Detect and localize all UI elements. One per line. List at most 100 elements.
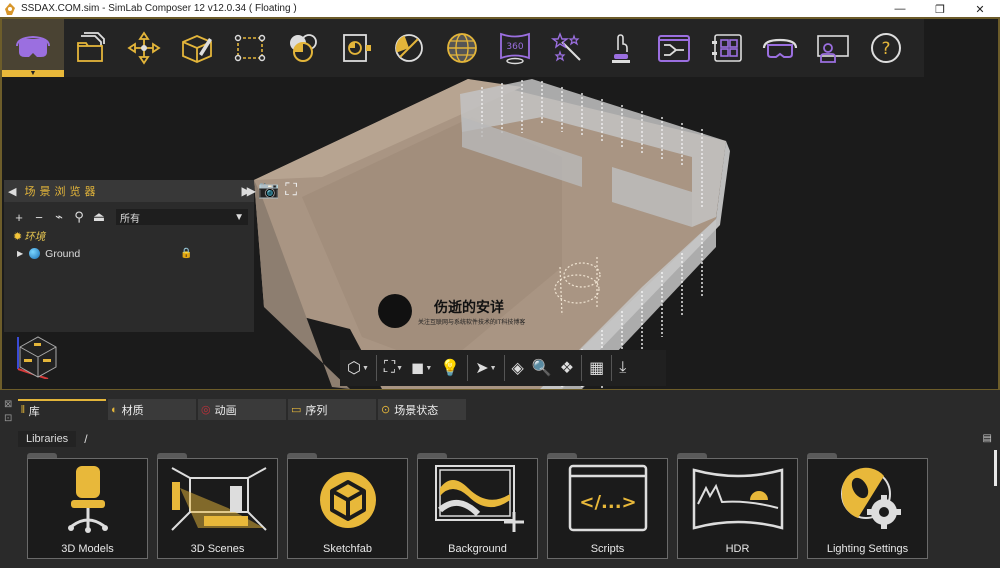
title-bar: SSDAX.COM.sim - SimLab Composer 12 v12.0… — [0, 0, 1000, 18]
collapse-left-icon[interactable]: ◀ — [8, 185, 16, 198]
shading-button[interactable]: ◼ ▼ — [408, 353, 435, 383]
minimize-button[interactable]: — — [880, 0, 920, 18]
expand-arrow-icon[interactable]: ▶ — [17, 249, 23, 258]
vr-goggles-icon — [762, 38, 797, 58]
tab-sequence[interactable]: ▭ 序列 — [288, 399, 376, 420]
toolbar-selection-box[interactable] — [223, 19, 276, 77]
light-button[interactable]: 💡 — [437, 353, 463, 383]
toolbar-render[interactable] — [329, 19, 382, 77]
tree-item-ground[interactable]: ▶ Ground 🔒 — [4, 245, 254, 262]
remove-icon[interactable]: − — [32, 210, 46, 225]
library-panel: ⊠ ⊡ 𝍪 库 ◐ 材质 ◎ 动画 ▭ 序列 ⊙ 场景状态 Libraries … — [0, 390, 1000, 568]
panorama-360-icon: 360 — [499, 32, 530, 65]
separator — [375, 355, 377, 381]
toolbar-library[interactable] — [700, 19, 753, 77]
tag-icon[interactable]: ⌁ — [52, 209, 66, 225]
library-3d-models[interactable]: 3D Models — [27, 453, 148, 559]
add-icon[interactable]: + — [12, 210, 26, 225]
toolbar-materials[interactable] — [276, 19, 329, 77]
camera-icon[interactable]: 📷 — [258, 180, 279, 200]
tab-library[interactable]: 𝍪 库 — [18, 399, 106, 420]
dropdown-arrow-icon: ▼ — [29, 70, 37, 77]
svg-text:360: 360 — [506, 42, 523, 52]
drop-to-ground-button[interactable]: ⤓ — [616, 353, 629, 383]
open-files-icon — [76, 32, 105, 62]
tree-item-label: Ground — [45, 247, 81, 260]
select-button[interactable]: ➤ ▼ — [472, 353, 499, 383]
navigation-cube[interactable] — [14, 329, 60, 379]
tab-scene-states[interactable]: ⊙ 场景状态 — [378, 399, 466, 420]
library-3d-scenes[interactable]: 3D Scenes — [157, 453, 278, 559]
download-arrow-icon: ⤓ — [619, 359, 627, 376]
toolbar-lighting[interactable] — [382, 19, 435, 77]
grid-button[interactable]: ▦ — [586, 353, 607, 383]
zoom-fit-button[interactable]: ⛶ ▼ — [381, 353, 406, 383]
tab-materials[interactable]: ◐ 材质 — [108, 399, 196, 420]
tiles-button[interactable]: ❖ — [557, 353, 577, 383]
magnifier-icon: 🔍 — [531, 360, 552, 377]
library-sketchfab[interactable]: Sketchfab — [287, 453, 408, 559]
fit-view-icon[interactable]: ⛶ — [285, 180, 297, 200]
render-frame-icon — [342, 34, 371, 62]
library-grid-icon — [711, 34, 742, 62]
library-background[interactable]: Background — [417, 453, 538, 559]
toolbar-vr-headset[interactable]: ▼ — [2, 19, 64, 77]
dropdown-arrow-icon: ▼ — [396, 364, 404, 372]
grid-icon: ▦ — [589, 360, 605, 377]
selection-box-icon — [234, 34, 265, 62]
tab-label: 序列 — [305, 404, 328, 417]
tree-item-environment[interactable]: ✹ 环境 — [4, 228, 254, 245]
toolbar-help[interactable]: ? — [859, 19, 912, 77]
library-scripts[interactable]: </...> Scripts — [547, 453, 668, 559]
breadcrumb-libraries[interactable]: Libraries — [18, 431, 77, 447]
search-icon[interactable]: ⚲ — [72, 209, 86, 225]
toolbar-presentation[interactable] — [806, 19, 859, 77]
watermark-subtitle: 关注互联网与系统软件技术的IT科技博客 — [418, 319, 526, 326]
library-label: Lighting Settings — [826, 543, 909, 555]
panel-tabs: 𝍪 库 ◐ 材质 ◎ 动画 ▭ 序列 ⊙ 场景状态 — [18, 399, 466, 420]
library-grid: 3D Models 3D Scenes Sketchfab Background… — [27, 453, 928, 559]
tree-item-label: 环境 — [24, 231, 46, 243]
close-button[interactable]: ✕ — [960, 0, 1000, 18]
float-panel-icon[interactable]: ⊡ — [4, 412, 16, 426]
toolbar-vr-view[interactable] — [753, 19, 806, 77]
filter-dropdown[interactable]: 所有 ▼ — [116, 209, 248, 225]
toolbar-edit-model[interactable] — [170, 19, 223, 77]
tiles-icon: ❖ — [559, 360, 575, 377]
lock-icon[interactable]: 🔒 — [180, 248, 192, 259]
close-panel-icon[interactable]: ⊠ — [4, 398, 16, 412]
toolbar-transform-move[interactable] — [117, 19, 170, 77]
office-chair-icon — [67, 466, 108, 533]
3d-viewport[interactable]: 伤逝的安详 关注互联网与系统软件技术的IT科技博客 ◀ 场景浏览器 ▶▶ + −… — [2, 77, 998, 389]
tab-label: 动画 — [214, 404, 237, 417]
maximize-button[interactable]: ❐ — [920, 0, 960, 18]
view-mode-button[interactable]: ⬡ ▼ — [344, 353, 372, 383]
toolbar-sequence[interactable] — [647, 19, 700, 77]
library-hdr[interactable]: HDR — [677, 453, 798, 559]
inspect-button[interactable]: 🔍 — [529, 353, 555, 383]
scrollbar[interactable] — [994, 450, 997, 486]
separator — [503, 355, 505, 381]
viewport-toolbar: ⬡ ▼ ⛶ ▼ ◼ ▼ 💡 ➤ ▼ ◈ 🔍 ❖ ▦ ⤓ — [340, 350, 666, 386]
toolbar-environment[interactable] — [435, 19, 488, 77]
scene-browser-title: 场景浏览器 — [24, 186, 100, 198]
watermark-title: 伤逝的安详 — [434, 298, 504, 315]
ground-button[interactable]: ◈ — [509, 353, 527, 383]
edit-cube-icon — [181, 35, 212, 63]
globe-icon — [446, 33, 477, 63]
expand-panel-icon[interactable]: ▶▶ — [242, 184, 257, 198]
hdr-panorama-icon — [692, 468, 783, 530]
shaded-cube-icon: ◼ — [411, 360, 425, 377]
panel-menu-icon[interactable]: ▤ — [983, 433, 992, 444]
toolbar-interact[interactable] — [594, 19, 647, 77]
tab-animation[interactable]: ◎ 动画 — [198, 399, 286, 420]
toolbar-panorama-360[interactable]: 360 — [488, 19, 541, 77]
toolbar-open-files[interactable] — [64, 19, 117, 77]
material-sphere-icon: ◐ — [111, 403, 118, 416]
dropdown-arrow-icon: ▼ — [489, 364, 497, 372]
library-lighting-settings[interactable]: Lighting Settings — [807, 453, 928, 559]
shapes-icon[interactable]: ⏏ — [92, 209, 106, 225]
toolbar-magic-wand[interactable] — [541, 19, 594, 77]
breadcrumb-separator: / — [84, 432, 88, 446]
watermark: 伤逝的安详 关注互联网与系统软件技术的IT科技博客 — [378, 294, 525, 328]
